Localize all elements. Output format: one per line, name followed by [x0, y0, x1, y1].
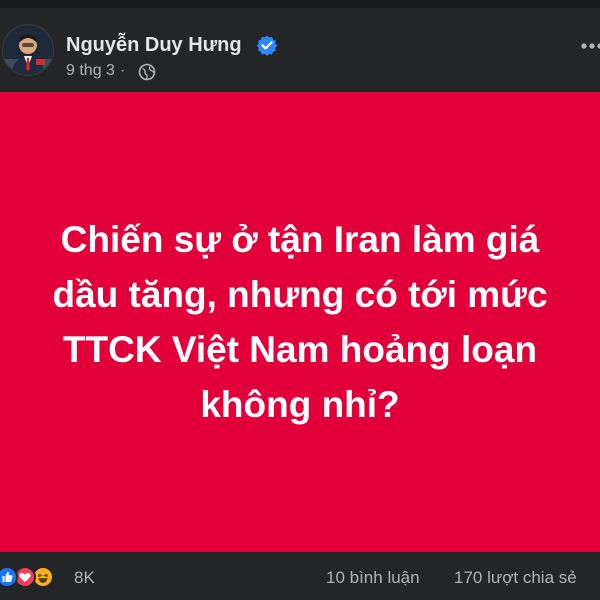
author-name[interactable]: Nguyễn Duy Hưng: [66, 34, 242, 57]
post-date[interactable]: 9 thg 3: [66, 62, 115, 79]
post-text-card[interactable]: Chiến sự ở tận Iran làm giá dầu tăng, nh…: [0, 92, 600, 552]
post-meta: 9 thg 3 ·: [66, 62, 130, 80]
post-text: Chiến sự ở tận Iran làm giá dầu tăng, nh…: [52, 219, 548, 425]
shares-count[interactable]: 170 lượt chia sẻ: [454, 568, 577, 588]
globe-icon[interactable]: [138, 63, 156, 81]
more-options-icon[interactable]: [574, 38, 600, 54]
post-card-screen: Nguyễn Duy Hưng 9 thg 3 · Chiến sự ở tận…: [0, 0, 600, 600]
comments-count[interactable]: 10 bình luận: [326, 568, 420, 588]
meta-separator: ·: [119, 62, 126, 79]
like-icon: [0, 566, 18, 588]
post-header: Nguyễn Duy Hưng 9 thg 3 ·: [0, 8, 600, 92]
post-stats-bar: 8K 10 bình luận 170 lượt chia sẻ: [0, 552, 600, 600]
reactions-count[interactable]: 8K: [74, 568, 95, 588]
top-edge: [0, 0, 600, 8]
author-avatar[interactable]: [2, 24, 54, 76]
verified-badge-icon: [256, 34, 278, 56]
